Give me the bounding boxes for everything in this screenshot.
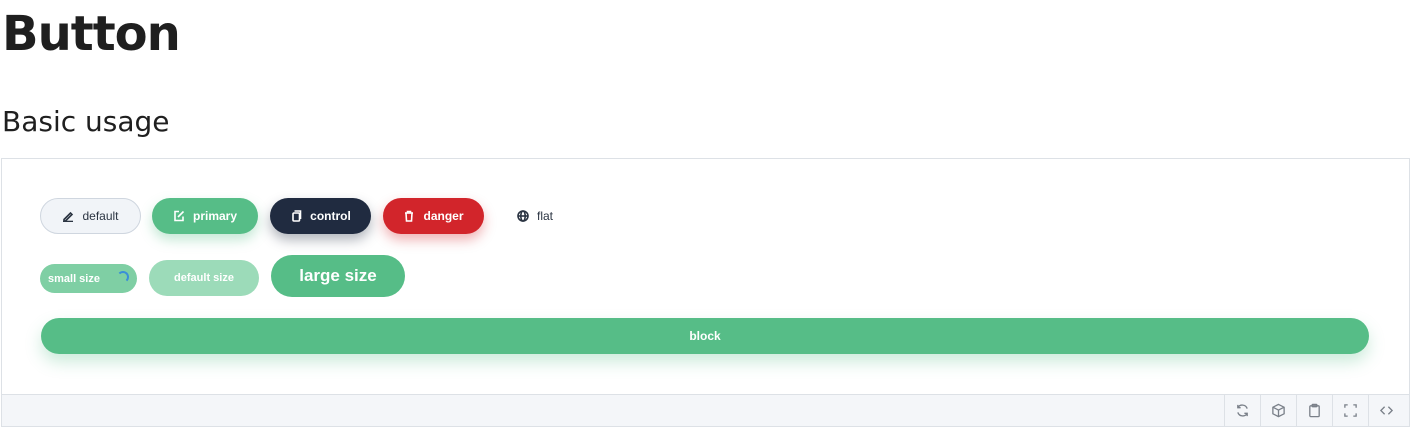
large-size-button-label: large size [299, 266, 377, 285]
large-size-button[interactable]: large size [271, 255, 405, 297]
demo-toolbar [1, 394, 1410, 427]
clipboard-icon [1309, 403, 1320, 418]
copy-icon [292, 210, 302, 222]
trash-icon [405, 210, 414, 222]
section-title: Basic usage [2, 105, 170, 138]
pencil-icon [63, 211, 74, 222]
danger-button-label: danger [423, 209, 464, 223]
code-tool-button[interactable] [1368, 395, 1404, 426]
default-button-label: default [82, 209, 119, 223]
control-button-label: control [310, 209, 351, 223]
block-button[interactable]: block [41, 318, 1369, 354]
block-button-label: block [689, 329, 721, 343]
globe-icon [517, 210, 529, 222]
fullscreen-icon [1344, 404, 1357, 417]
flat-button-label: flat [536, 209, 553, 223]
loading-spinner-icon [117, 271, 129, 283]
cube-icon [1272, 403, 1285, 418]
refresh-tool-button[interactable] [1224, 395, 1260, 426]
fullscreen-tool-button[interactable] [1332, 395, 1368, 426]
primary-button-label: primary [192, 209, 238, 223]
default-size-button[interactable]: default size [149, 260, 259, 296]
copy-tool-button[interactable] [1296, 395, 1332, 426]
danger-button[interactable]: danger [383, 198, 484, 234]
page-title: Button [2, 6, 181, 62]
control-button[interactable]: control [270, 198, 371, 234]
edit-icon [174, 210, 185, 222]
primary-button[interactable]: primary [152, 198, 258, 234]
small-size-button[interactable]: small size [40, 264, 137, 293]
flat-button[interactable]: flat [505, 198, 565, 234]
code-icon [1379, 406, 1394, 415]
refresh-icon [1237, 404, 1248, 417]
default-button[interactable]: default [40, 198, 141, 234]
small-size-button-label: small size [48, 272, 100, 285]
default-size-button-label: default size [174, 272, 234, 284]
codepen-tool-button[interactable] [1260, 395, 1296, 426]
